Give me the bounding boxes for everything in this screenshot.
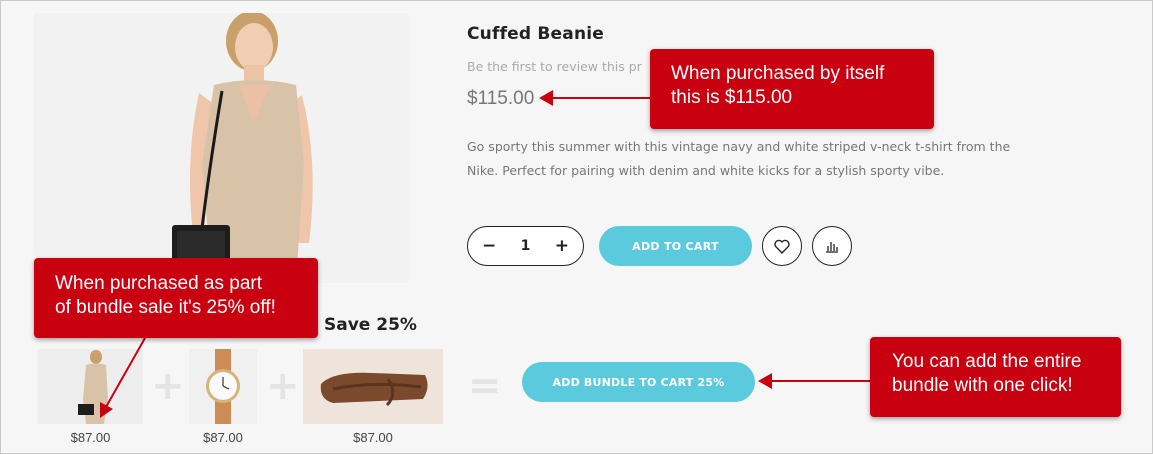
- bundle-item-image[interactable]: [38, 349, 143, 424]
- callout-single-price: When purchased by itself this is $115.00: [650, 49, 934, 129]
- callout-text: this is $115.00: [671, 87, 793, 108]
- bundle-item-price: $87.00: [70, 430, 111, 445]
- add-bundle-to-cart-button[interactable]: ADD BUNDLE TO CART 25%: [522, 362, 755, 402]
- product-price: $115.00: [467, 88, 535, 109]
- bar-chart-icon: [826, 242, 838, 253]
- callout-text: When purchased by itself: [671, 63, 885, 84]
- compare-button[interactable]: [812, 226, 852, 266]
- woman-in-dress-image: [38, 349, 143, 424]
- product-image[interactable]: [34, 13, 409, 283]
- quantity-stepper[interactable]: − 1 +: [467, 226, 584, 266]
- bundle-item-image[interactable]: [189, 349, 257, 424]
- heart-icon: [774, 239, 790, 254]
- add-to-cart-button[interactable]: ADD TO CART: [599, 226, 752, 266]
- arrow-head: [758, 373, 772, 389]
- watch-image: [189, 349, 257, 424]
- bundle-equals: =: [468, 363, 502, 409]
- callout-text: of bundle sale it's 25% off!: [55, 297, 276, 318]
- wishlist-button[interactable]: [762, 226, 802, 266]
- bundle-item-price: $87.00: [353, 430, 393, 445]
- product-description: Go sporty this summer with this vintage …: [467, 139, 1011, 178]
- callout-bundle-button: You can add the entire bundle with one c…: [870, 337, 1121, 417]
- callout-text: bundle with one click!: [892, 375, 1073, 396]
- review-link[interactable]: Be the first to review this pr: [467, 59, 642, 74]
- quantity-decrease-button[interactable]: −: [482, 237, 496, 255]
- arrow-head: [539, 90, 553, 106]
- bundle-heading: Save 25%: [324, 315, 417, 335]
- callout-text: You can add the entire: [892, 351, 1082, 372]
- callout-text: When purchased as part: [55, 273, 263, 294]
- bundle-item-price: $87.00: [203, 430, 243, 445]
- callout-bundle-discount: When purchased as part of bundle sale it…: [34, 258, 318, 338]
- bundle-item-image[interactable]: [303, 349, 443, 424]
- quantity-value[interactable]: 1: [521, 238, 531, 254]
- quantity-increase-button[interactable]: +: [555, 237, 569, 255]
- bundle-plus: +: [151, 363, 185, 409]
- woman-in-dress-image: [34, 13, 409, 283]
- product-title: Cuffed Beanie: [467, 24, 605, 44]
- bundle-plus: +: [266, 363, 300, 409]
- leather-pouch-image: [303, 349, 443, 424]
